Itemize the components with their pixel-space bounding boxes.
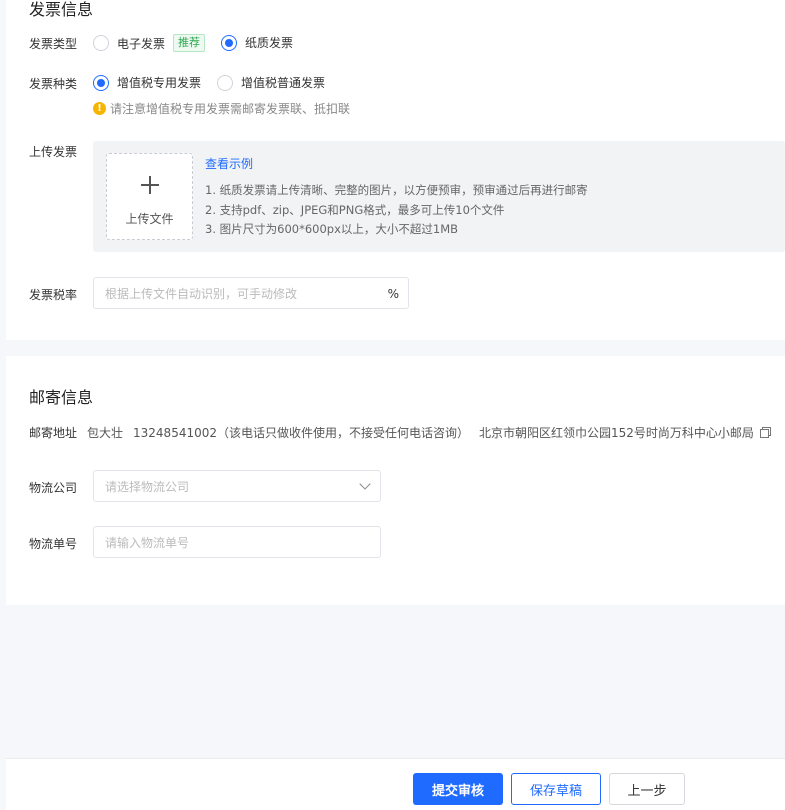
radio-circle-selected bbox=[221, 34, 237, 51]
vat-warning: ! 请注意增值税专用发票需邮寄发票联、抵扣联 bbox=[93, 100, 350, 117]
address-text: 北京市朝阳区红领巾公园152号时尚万科中心小邮局 bbox=[479, 426, 754, 440]
recommend-badge: 推荐 bbox=[173, 34, 206, 52]
previous-step-button[interactable]: 上一步 bbox=[609, 773, 685, 805]
invoice-type-label: 发票类型 bbox=[29, 37, 78, 51]
upload-note: 3. 图片尺寸为600*600px以上，大小不超过1MB bbox=[205, 222, 459, 236]
view-example-link[interactable]: 查看示例 bbox=[205, 155, 253, 172]
tracking-number-input[interactable]: 请输入物流单号 bbox=[93, 526, 381, 558]
radio-circle bbox=[217, 74, 233, 91]
tax-rate-label: 发票税率 bbox=[29, 288, 78, 302]
upload-label: 上传发票 bbox=[29, 145, 78, 159]
section-title: 发票信息 bbox=[29, 0, 94, 19]
radio-vat-special[interactable]: 增值税专用发票 bbox=[93, 74, 201, 91]
section-title: 邮寄信息 bbox=[29, 388, 94, 407]
radio-e-invoice[interactable]: 电子发票 推荐 bbox=[93, 34, 206, 52]
chevron-down-icon bbox=[359, 478, 371, 490]
warning-text: 请注意增值税专用发票需邮寄发票联、抵扣联 bbox=[110, 102, 351, 116]
tracking-label: 物流单号 bbox=[29, 537, 78, 551]
courier-select[interactable]: 请选择物流公司 bbox=[93, 470, 381, 502]
mail-address-label: 邮寄地址 bbox=[29, 426, 78, 440]
upload-note: 1. 纸质发票请上传清晰、完整的图片，以方便预审，预审通过后再进行邮寄 bbox=[205, 183, 588, 197]
radio-circle-selected bbox=[93, 74, 109, 91]
invoice-info-card: 发票信息 发票类型 电子发票 推荐 纸质发票 发票种类 增值税专用发票 增值税普… bbox=[6, 0, 785, 340]
recipient-name: 包大壮 bbox=[87, 426, 124, 440]
copy-icon[interactable] bbox=[759, 427, 771, 438]
upload-file-label: 上传文件 bbox=[125, 212, 174, 226]
warning-icon: ! bbox=[93, 102, 106, 115]
mail-address: 包大壮 13248541002（该电话只做收件使用，不接受任何电话咨询） 北京市… bbox=[87, 424, 771, 441]
radio-label: 增值税普通发票 bbox=[241, 76, 326, 90]
tracking-placeholder: 请输入物流单号 bbox=[105, 535, 190, 550]
upload-note: 2. 支持pdf、zip、JPEG和PNG格式，最多可上传10个文件 bbox=[205, 203, 505, 217]
percent-suffix: % bbox=[387, 287, 399, 301]
recipient-phone: 13248541002（该电话只做收件使用，不接受任何电话咨询） bbox=[133, 426, 469, 440]
radio-label: 电子发票 bbox=[117, 36, 166, 51]
radio-vat-normal[interactable]: 增值税普通发票 bbox=[217, 74, 325, 91]
courier-label: 物流公司 bbox=[29, 481, 78, 495]
tax-rate-placeholder: 根据上传文件自动识别，可手动修改 bbox=[105, 286, 298, 301]
upload-panel: 上传文件 查看示例 1. 纸质发票请上传清晰、完整的图片，以方便预审，预审通过后… bbox=[93, 141, 785, 252]
courier-placeholder: 请选择物流公司 bbox=[105, 479, 190, 494]
invoice-kind-label: 发票种类 bbox=[29, 77, 78, 91]
radio-label: 纸质发票 bbox=[245, 36, 294, 50]
tax-rate-input[interactable]: 根据上传文件自动识别，可手动修改 % bbox=[93, 277, 409, 309]
submit-review-button[interactable]: 提交审核 bbox=[413, 773, 503, 805]
plus-icon bbox=[141, 176, 159, 194]
radio-label: 增值税专用发票 bbox=[117, 76, 202, 90]
radio-paper-invoice[interactable]: 纸质发票 bbox=[221, 34, 293, 51]
radio-circle bbox=[93, 35, 109, 51]
upload-file-button[interactable]: 上传文件 bbox=[106, 153, 193, 240]
save-draft-button[interactable]: 保存草稿 bbox=[511, 773, 601, 805]
